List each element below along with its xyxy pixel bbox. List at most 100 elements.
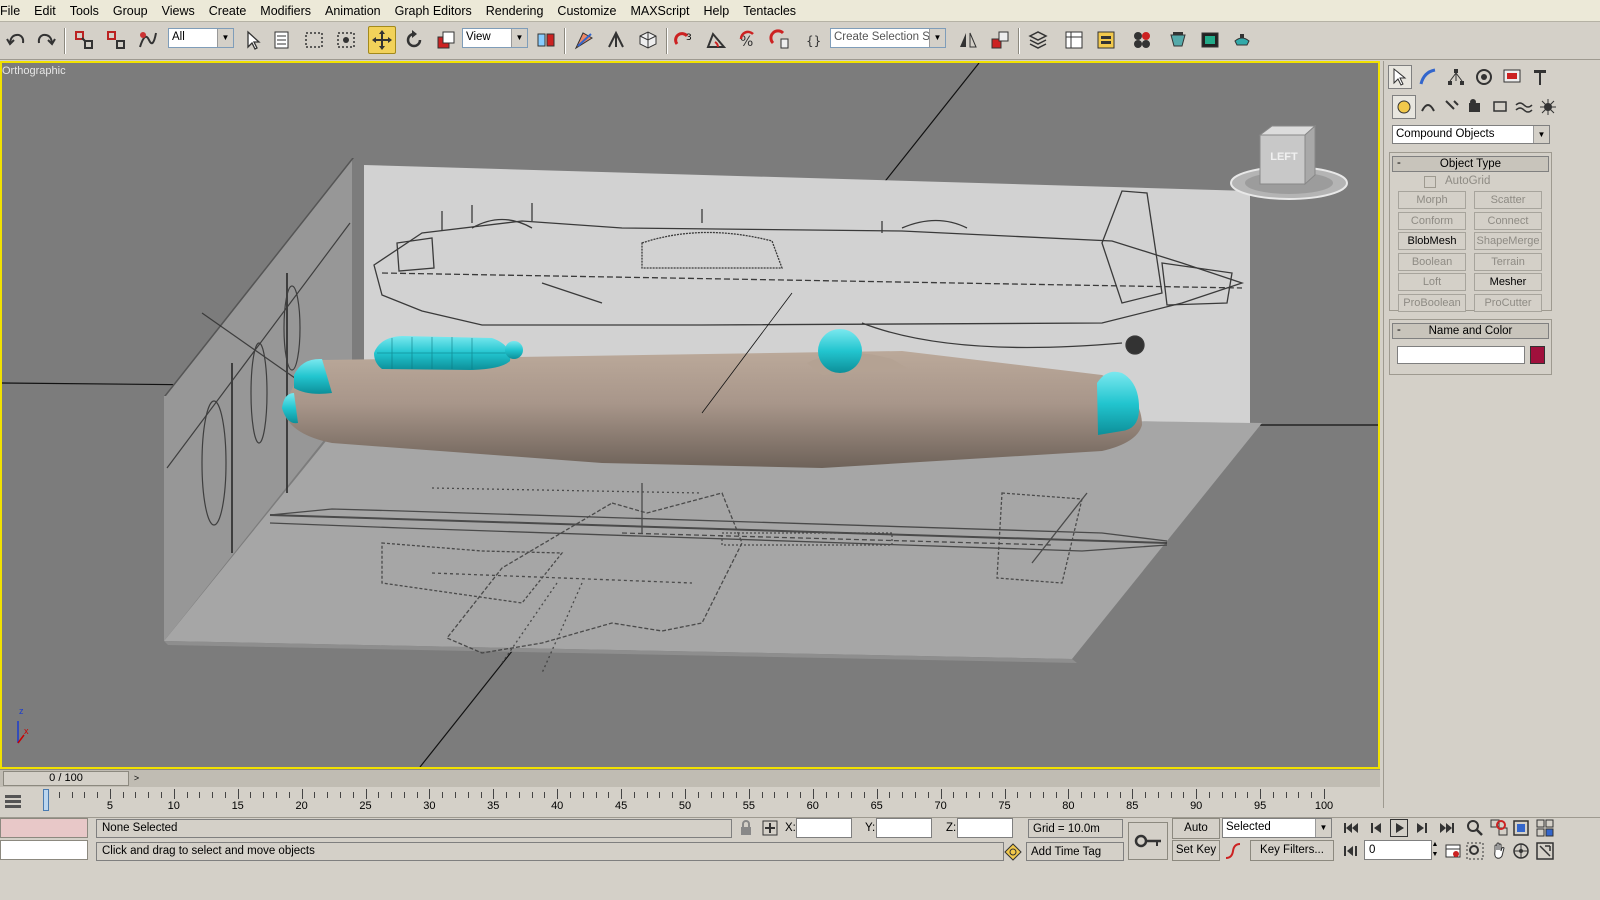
next-frame-arrow-icon[interactable]: > [130, 771, 143, 786]
orbit-icon[interactable] [1512, 842, 1530, 860]
curve-editor-icon[interactable] [1060, 26, 1088, 54]
key-filters-button[interactable]: Key Filters... [1250, 840, 1334, 861]
menu-animation[interactable]: Animation [318, 0, 388, 22]
set-keys-button[interactable] [1128, 822, 1168, 860]
terrain-button[interactable]: Terrain [1474, 252, 1542, 271]
menu-create[interactable]: Create [202, 0, 254, 22]
rectangular-selection-region-icon[interactable] [300, 26, 328, 54]
display-tab-icon[interactable] [1500, 65, 1524, 89]
category-dropdown[interactable]: Compound Objects ▼ [1392, 125, 1550, 144]
open-mini-curve-editor-icon[interactable] [4, 793, 22, 809]
object-type-rollout-header[interactable]: - Object Type [1392, 156, 1549, 172]
helpers-category-icon[interactable] [1488, 95, 1512, 119]
z-coord-field[interactable] [957, 818, 1013, 838]
current-frame-field[interactable]: 0 [1364, 840, 1432, 860]
keyboard-shortcut-toggle-icon[interactable] [602, 26, 630, 54]
menu-help[interactable]: Help [697, 0, 737, 22]
zoom-extents-all-icon[interactable] [1536, 819, 1554, 837]
boolean-button[interactable]: Boolean [1398, 252, 1466, 271]
auto-key-button[interactable]: Auto Key [1172, 818, 1220, 853]
previous-frame-icon[interactable] [1368, 819, 1386, 837]
scene-canvas[interactable] [2, 63, 1378, 767]
current-frame-spinner[interactable]: ▲ ▼ [1430, 840, 1440, 860]
maxscript-input-mini[interactable] [0, 840, 88, 860]
connect-button[interactable]: Connect [1474, 211, 1542, 230]
modify-tab-icon[interactable] [1416, 65, 1440, 89]
select-and-manipulate-icon[interactable] [570, 26, 598, 54]
zoom-all-icon[interactable] [1490, 819, 1508, 837]
key-mode-dropdown[interactable]: Selected ▼ [1222, 818, 1332, 838]
time-slider-track[interactable]: 0 / 100 > [0, 769, 1380, 787]
go-to-end-icon[interactable] [1438, 819, 1456, 837]
material-editor-icon[interactable] [1128, 26, 1156, 54]
zoom-icon[interactable] [1466, 819, 1484, 837]
object-color-swatch[interactable] [1530, 346, 1545, 364]
zoom-region-icon[interactable] [1466, 842, 1484, 860]
mirror-icon[interactable] [954, 26, 982, 54]
pan-view-icon[interactable] [1490, 842, 1508, 860]
select-and-move-icon[interactable] [368, 26, 396, 54]
space-warps-category-icon[interactable] [1512, 95, 1536, 119]
time-configuration-icon[interactable] [1444, 842, 1462, 860]
use-pivot-center-icon[interactable] [532, 26, 560, 54]
perspective-viewport[interactable]: Orthographic LEFT z x [0, 61, 1380, 769]
add-time-tag-button[interactable]: Add Time Tag [1026, 842, 1124, 861]
schematic-view-icon[interactable] [1092, 26, 1120, 54]
reference-coordinate-dropdown[interactable]: View ▼ [462, 28, 528, 48]
selection-filter-dropdown[interactable]: All ▼ [168, 28, 234, 48]
align-icon[interactable] [986, 26, 1014, 54]
percent-snap-icon[interactable]: % [734, 26, 762, 54]
play-icon[interactable] [1390, 819, 1408, 837]
select-object-icon[interactable] [238, 26, 266, 54]
render-production-icon[interactable] [1228, 26, 1256, 54]
scatter-button[interactable]: Scatter [1474, 191, 1542, 209]
menu-group[interactable]: Group [106, 0, 155, 22]
procutter-button[interactable]: ProCutter [1474, 293, 1542, 312]
motion-tab-icon[interactable] [1472, 65, 1496, 89]
window-crossing-icon[interactable] [332, 26, 360, 54]
menu-customize[interactable]: Customize [550, 0, 623, 22]
key-mode-toggle-icon[interactable] [1342, 842, 1360, 860]
select-and-scale-icon[interactable] [432, 26, 460, 54]
go-to-start-icon[interactable] [1342, 819, 1360, 837]
selection-lock-icon[interactable] [738, 820, 756, 838]
menu-graph-editors[interactable]: Graph Editors [388, 0, 479, 22]
geometry-category-icon[interactable] [1392, 95, 1416, 119]
proboolean-button[interactable]: ProBoolean [1398, 293, 1466, 312]
render-setup-icon[interactable] [1164, 26, 1192, 54]
unlink-selection-icon[interactable] [102, 26, 130, 54]
menu-tools[interactable]: Tools [63, 0, 106, 22]
menu-edit[interactable]: Edit [27, 0, 63, 22]
viewport-label[interactable]: Orthographic [2, 65, 66, 77]
x-coord-field[interactable] [796, 818, 852, 838]
shapes-category-icon[interactable] [1416, 95, 1440, 119]
redo-icon[interactable] [32, 26, 60, 54]
next-frame-icon[interactable] [1412, 819, 1430, 837]
hierarchy-tab-icon[interactable] [1444, 65, 1468, 89]
menu-rendering[interactable]: Rendering [479, 0, 551, 22]
track-bar[interactable]: 5 10 15 20 25 30 35 40 45 50 55 60 65 70 75 80 85 90 95 100 [0, 787, 1380, 817]
select-and-link-icon[interactable] [70, 26, 98, 54]
bind-to-space-warp-icon[interactable] [134, 26, 162, 54]
rendered-frame-window-icon[interactable] [1196, 26, 1224, 54]
name-and-color-rollout-header[interactable]: - Name and Color [1392, 323, 1549, 339]
loft-button[interactable]: Loft [1398, 273, 1466, 291]
menu-tentacles[interactable]: Tentacles [736, 0, 803, 22]
create-tab-icon[interactable] [1388, 65, 1412, 89]
current-frame-marker[interactable] [43, 789, 49, 811]
angle-snap-icon[interactable] [702, 26, 730, 54]
viewcube-face-label[interactable]: LEFT [1263, 151, 1305, 163]
edit-named-selection-icon[interactable]: {} [800, 26, 828, 54]
object-name-field[interactable] [1397, 346, 1525, 364]
y-coord-field[interactable] [876, 818, 932, 838]
set-key-button[interactable]: Set Key [1172, 840, 1220, 861]
spinner-snap-icon[interactable] [766, 26, 794, 54]
systems-category-icon[interactable] [1536, 95, 1560, 119]
absolute-mode-transform-icon[interactable] [762, 820, 780, 838]
zoom-extents-icon[interactable] [1512, 819, 1530, 837]
time-slider-thumb[interactable]: 0 / 100 [3, 771, 129, 786]
layer-manager-icon[interactable] [1024, 26, 1052, 54]
menu-maxscript[interactable]: MAXScript [623, 0, 696, 22]
autogrid-checkbox[interactable] [1424, 176, 1436, 188]
conform-button[interactable]: Conform [1398, 211, 1466, 230]
